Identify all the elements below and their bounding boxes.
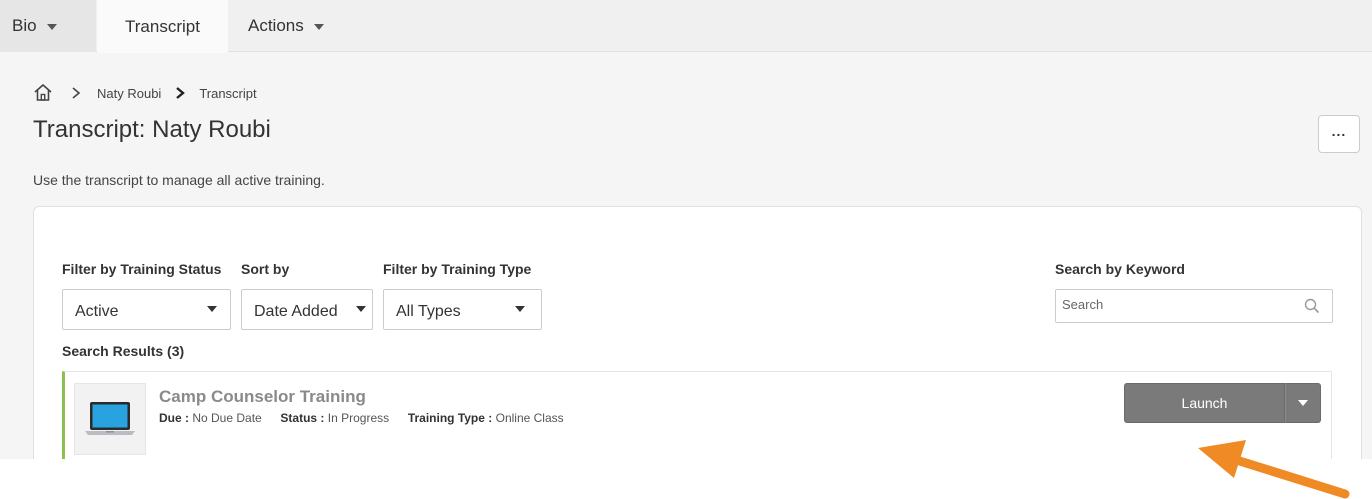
due-label: Due : (159, 411, 189, 425)
more-options-button[interactable]: ... (1318, 115, 1360, 153)
home-icon[interactable] (33, 83, 53, 103)
status-value: In Progress (327, 411, 390, 425)
filter-type-label: Filter by Training Type (383, 261, 532, 277)
search-icon[interactable] (1304, 298, 1320, 314)
training-title[interactable]: Camp Counselor Training (159, 387, 366, 407)
tab-bio[interactable]: Bio (0, 0, 96, 52)
tab-actions[interactable]: Actions (248, 0, 324, 52)
status-label: Status : (280, 411, 325, 425)
chevron-down-icon (1298, 400, 1308, 406)
chevron-down-icon (313, 24, 324, 30)
chevron-right-icon (69, 86, 83, 100)
page-title: Transcript: Naty Roubi (33, 116, 271, 143)
chevron-down-icon (515, 306, 525, 312)
training-status-select[interactable]: Active (62, 289, 231, 330)
sort-by-select[interactable]: Date Added (241, 289, 373, 330)
more-icon: ... (1331, 123, 1347, 139)
training-meta: Due : No Due Date Status : In Progress T… (159, 411, 564, 425)
training-type-select[interactable]: All Types (383, 289, 542, 330)
chevron-right-icon (173, 86, 187, 100)
breadcrumb-item-transcript: Transcript (199, 85, 257, 101)
filter-status-label: Filter by Training Status (62, 261, 222, 277)
tab-transcript-label: Transcript (125, 16, 200, 36)
chevron-down-icon (46, 24, 57, 30)
search-field[interactable] (1055, 289, 1333, 323)
launch-button-group: Launch (1124, 383, 1321, 423)
sort-by-label: Sort by (241, 261, 290, 277)
launch-options-button[interactable] (1285, 383, 1321, 423)
training-thumbnail[interactable] (74, 383, 146, 455)
due-value: No Due Date (192, 411, 262, 425)
breadcrumb: Naty Roubi Transcript (33, 83, 257, 103)
tab-actions-label: Actions (248, 16, 304, 35)
top-nav: Bio Transcript Actions (0, 0, 1372, 53)
training-type-label: Training Type : (407, 411, 493, 425)
search-input[interactable] (1056, 290, 1296, 322)
chevron-down-icon (207, 306, 217, 312)
search-keyword-label: Search by Keyword (1055, 261, 1185, 277)
training-type-value: All Types (396, 302, 461, 320)
tab-bio-label: Bio (12, 16, 37, 35)
sort-by-value: Date Added (254, 302, 338, 320)
training-status-value: Active (75, 302, 119, 320)
annotation-arrow-icon (1198, 440, 1350, 499)
chevron-down-icon (356, 306, 366, 312)
page-description: Use the transcript to manage all active … (33, 172, 325, 188)
lower-blank-area (0, 459, 1372, 499)
breadcrumb-item-user[interactable]: Naty Roubi (97, 86, 161, 101)
launch-button[interactable]: Launch (1124, 383, 1285, 423)
training-type-value: Online Class (495, 411, 564, 425)
search-results-count: Search Results (3) (62, 343, 185, 359)
laptop-icon (85, 402, 135, 435)
tab-transcript[interactable]: Transcript (97, 0, 228, 53)
